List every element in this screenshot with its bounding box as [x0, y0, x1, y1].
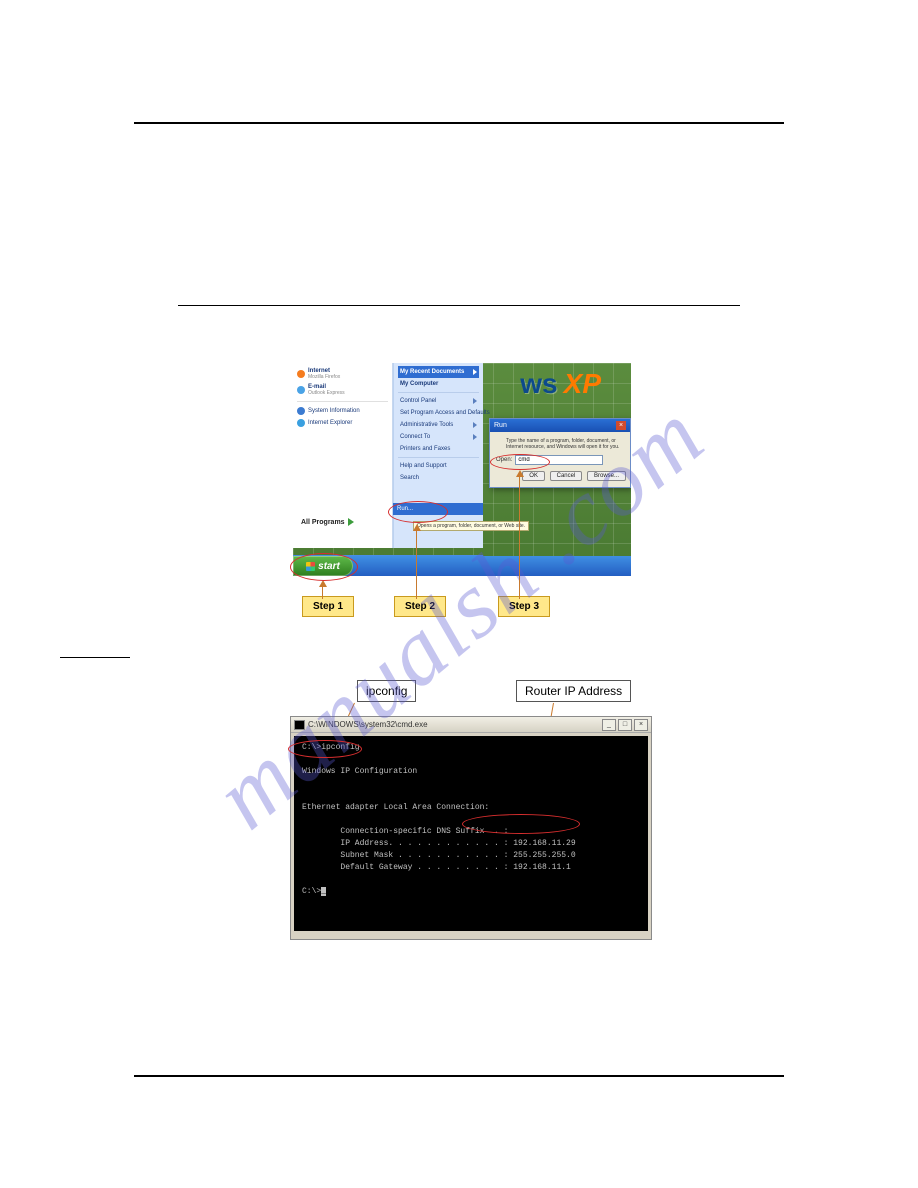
setprogram-label: Set Program Access and Defaults: [400, 410, 490, 416]
outlook-icon: [297, 386, 305, 394]
mycomputer-label: My Computer: [400, 381, 438, 387]
cmd-terminal-body[interactable]: C:\>ipconfig Windows IP Configuration Et…: [294, 736, 648, 931]
start-item-sysinfo[interactable]: System Information: [297, 405, 388, 417]
recent-docs-label: My Recent Documents: [400, 369, 464, 375]
cmd-line-3: Ethernet adapter Local Area Connection:: [302, 803, 489, 812]
arrow-right-icon: [348, 518, 354, 526]
start-all-programs[interactable]: All Programs: [301, 518, 354, 526]
firefox-icon: [297, 370, 305, 378]
page-root: manualsh .com wsXP Internet Mozilla Fire…: [0, 0, 918, 1188]
start-item-control-panel[interactable]: Control Panel: [398, 395, 479, 407]
internet-sublabel: Mozilla Firefox: [308, 374, 340, 380]
ie-label: Internet Explorer: [308, 420, 352, 426]
admintools-label: Administrative Tools: [400, 422, 453, 428]
start-menu-left-panel: Internet Mozilla Firefox E-mail Outlook …: [293, 363, 393, 548]
xp-logo-part1: ws: [520, 368, 557, 399]
arrow-head-icon: [319, 580, 327, 587]
callout-ellipse-cmd: [490, 454, 550, 470]
maximize-button[interactable]: □: [618, 719, 632, 731]
run-dialog: Run × Type the name of a program, folder…: [489, 418, 631, 488]
start-item-email[interactable]: E-mail Outlook Express: [297, 382, 388, 398]
callout-ellipse-ipconfig: [288, 740, 362, 758]
divider-top: [134, 122, 784, 124]
run-dialog-description: Type the name of a program, folder, docu…: [506, 438, 626, 450]
start-item-set-program[interactable]: Set Program Access and Defaults: [398, 407, 479, 419]
callout-ellipse-run: [388, 501, 448, 523]
arrow-line: [416, 531, 417, 599]
cmd-line-7: Default Gateway . . . . . . . . . : 192.…: [302, 863, 571, 872]
cmd-line-2: Windows IP Configuration: [302, 767, 417, 776]
divider-bottom: [134, 1075, 784, 1077]
cmd-cursor: _: [321, 887, 326, 896]
run-tooltip: Opens a program, folder, document, or We…: [413, 521, 529, 531]
step-3-label: Step 3: [498, 596, 550, 617]
arrow-head-icon: [516, 470, 524, 477]
connectto-label: Connect To: [400, 434, 430, 440]
arrow-head-icon: [413, 524, 421, 531]
start-left-divider: [297, 401, 388, 402]
arrow-line: [322, 587, 323, 599]
cmd-titlebar: C:\WINDOWS\system32\cmd.exe _ □ ×: [291, 717, 651, 733]
windows-xp-logo: wsXP: [520, 368, 601, 400]
step-1-label: Step 1: [302, 596, 354, 617]
submenu-arrow-icon: [473, 434, 477, 440]
close-icon[interactable]: ×: [616, 421, 626, 430]
cmd-line-8: C:\>: [302, 887, 321, 896]
divider-small: [60, 657, 130, 658]
cmd-title-text: C:\WINDOWS\system32\cmd.exe: [308, 720, 428, 729]
sysinfo-icon: [297, 407, 305, 415]
start-item-connect-to[interactable]: Connect To: [398, 431, 479, 443]
label-ipconfig-box: ipconfig: [357, 680, 416, 702]
ok-button[interactable]: OK: [522, 471, 545, 481]
controlpanel-label: Control Panel: [400, 398, 436, 404]
start-item-admin-tools[interactable]: Administrative Tools: [398, 419, 479, 431]
email-sublabel: Outlook Express: [308, 390, 345, 396]
label-router-ip-box: Router IP Address: [516, 680, 631, 702]
divider-mid: [178, 305, 740, 306]
run-dialog-titlebar: Run ×: [490, 419, 630, 432]
close-button[interactable]: ×: [634, 719, 648, 731]
callout-ellipse-gateway: [462, 814, 580, 834]
minimize-button[interactable]: _: [602, 719, 616, 731]
help-label: Help and Support: [400, 463, 447, 469]
start-right-divider2: [398, 457, 479, 458]
start-item-printers[interactable]: Printers and Faxes: [398, 443, 479, 455]
start-item-ie[interactable]: Internet Explorer: [297, 417, 388, 429]
run-dialog-title-text: Run: [494, 422, 507, 429]
callout-ellipse-start: [290, 553, 358, 581]
arrow-line: [519, 477, 520, 599]
cmd-line-6: Subnet Mask . . . . . . . . . . . : 255.…: [302, 851, 576, 860]
start-item-recent-documents[interactable]: My Recent Documents: [398, 366, 479, 378]
cancel-button[interactable]: Cancel: [550, 471, 583, 481]
sysinfo-label: System Information: [308, 408, 360, 414]
start-right-divider1: [398, 392, 479, 393]
cmd-icon: [294, 720, 305, 730]
screenshot-start-menu: wsXP Internet Mozilla Firefox E-mail Out…: [293, 363, 631, 571]
submenu-arrow-icon: [473, 422, 477, 428]
start-item-internet[interactable]: Internet Mozilla Firefox: [297, 366, 388, 382]
start-item-my-computer[interactable]: My Computer: [398, 378, 479, 390]
submenu-arrow-icon: [473, 398, 477, 404]
ie-icon: [297, 419, 305, 427]
submenu-arrow-icon: [473, 369, 477, 375]
xp-logo-part2: XP: [564, 368, 601, 399]
search-label: Search: [400, 475, 419, 481]
step-2-label: Step 2: [394, 596, 446, 617]
all-programs-label: All Programs: [301, 519, 345, 526]
browse-button[interactable]: Browse...: [587, 471, 626, 481]
start-item-help[interactable]: Help and Support: [398, 460, 479, 472]
start-item-search[interactable]: Search: [398, 472, 479, 484]
cmd-line-5: IP Address. . . . . . . . . . . . : 192.…: [302, 839, 576, 848]
printers-label: Printers and Faxes: [400, 446, 450, 452]
